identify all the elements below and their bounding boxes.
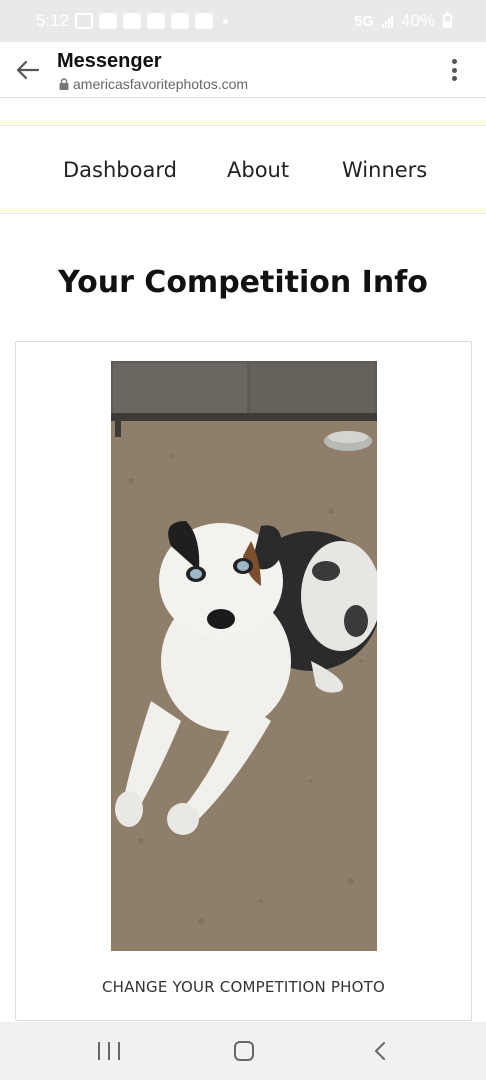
- android-nav-bar: [0, 1022, 486, 1080]
- youtube-notification-icon: [195, 13, 214, 29]
- browser-url[interactable]: americasfavoritephotos.com: [59, 76, 248, 92]
- email-notification-icon: [171, 13, 190, 29]
- bottom-divider: [0, 213, 486, 214]
- gallery-notification-icon: [147, 13, 166, 29]
- app-notification-icon: [99, 13, 118, 29]
- top-divider: [0, 125, 486, 126]
- battery-icon: [443, 12, 452, 28]
- more-options-icon[interactable]: [444, 56, 464, 84]
- recents-icon[interactable]: [98, 1042, 120, 1060]
- network-type: 5G: [353, 12, 374, 30]
- nav-link-about[interactable]: About: [227, 158, 289, 182]
- system-back-icon[interactable]: [370, 1040, 392, 1062]
- app-notification-icon-2: [123, 13, 142, 29]
- nav-link-dashboard[interactable]: Dashboard: [63, 158, 177, 182]
- url-text: americasfavoritephotos.com: [73, 76, 249, 92]
- nav-link-winners[interactable]: Winners: [342, 158, 427, 182]
- browser-header: Messenger americasfavoritephotos.com: [0, 42, 486, 98]
- back-arrow-icon[interactable]: [14, 56, 42, 84]
- competition-photo: [111, 361, 377, 951]
- message-notification-icon: [75, 13, 94, 29]
- competition-card: CHANGE YOUR COMPETITION PHOTO: [15, 341, 472, 1021]
- status-left: 5:12: [36, 11, 229, 31]
- site-nav: Dashboard About Winners: [0, 146, 486, 194]
- status-bar: 5:12 5G 40%: [0, 0, 486, 42]
- status-right: 5G 40%: [354, 11, 452, 31]
- page-title: Your Competition Info: [58, 265, 428, 300]
- home-icon[interactable]: [234, 1041, 254, 1061]
- signal-icon: [381, 14, 393, 28]
- lock-icon: [59, 78, 69, 90]
- more-notifications-icon: [223, 18, 229, 24]
- status-time: 5:12: [36, 11, 70, 30]
- battery-percent: 40%: [400, 11, 435, 30]
- browser-title: Messenger: [57, 50, 162, 72]
- change-photo-link[interactable]: CHANGE YOUR COMPETITION PHOTO: [16, 978, 471, 996]
